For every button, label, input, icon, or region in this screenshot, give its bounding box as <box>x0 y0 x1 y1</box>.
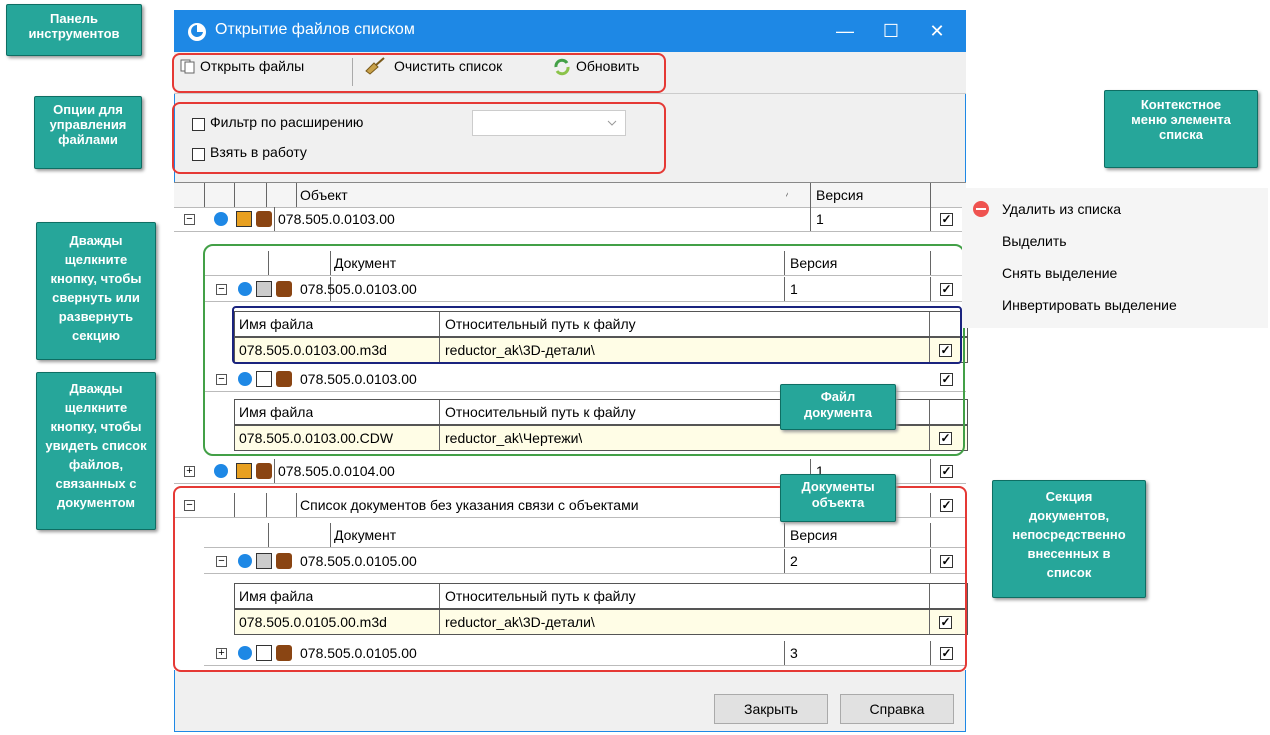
row-checkbox[interactable]: ✓ <box>940 213 953 226</box>
object-name: 078.505.0.0103.00 <box>278 211 395 227</box>
stamp-icon <box>256 463 272 479</box>
object-icon <box>236 463 252 479</box>
app-logo-icon <box>188 23 206 41</box>
menu-select[interactable]: Выделить <box>1002 233 1067 249</box>
close-window-button[interactable]: ✕ <box>917 17 957 45</box>
close-button[interactable]: Закрыть <box>714 694 828 724</box>
stamp-icon <box>256 211 272 227</box>
options-frame <box>172 102 666 174</box>
object-icon <box>236 211 252 227</box>
window-title: Открытие файлов списком <box>215 21 415 38</box>
grid-header: Объект ⁄ Версия <box>174 183 966 208</box>
callout-doc-file: Файл документа <box>780 384 896 430</box>
menu-deselect[interactable]: Снять выделение <box>1002 265 1117 281</box>
help-button[interactable]: Справка <box>840 694 954 724</box>
minimize-button[interactable]: — <box>825 17 865 45</box>
menu-remove[interactable]: Удалить из списка <box>1002 201 1121 217</box>
object-version: 1 <box>816 211 824 227</box>
callout-obj-docs: Документы объекта <box>780 474 896 522</box>
context-menu: Удалить из списка Выделить Снять выделен… <box>962 188 1268 328</box>
doc-file-frame <box>232 306 962 364</box>
header-object[interactable]: Объект <box>300 183 348 207</box>
maximize-button[interactable]: ☐ <box>871 17 911 45</box>
status-icon <box>214 212 228 226</box>
collapse-button[interactable]: − <box>184 214 195 225</box>
callout-context: Контекстное меню элемента списка <box>1104 90 1258 168</box>
title-bar: Открытие файлов списком — ☐ ✕ <box>175 11 965 53</box>
row-checkbox[interactable]: ✓ <box>940 465 953 478</box>
object-name: 078.505.0.0104.00 <box>278 463 395 479</box>
remove-icon <box>973 201 989 217</box>
callout-toolbar: Панель инструментов <box>6 4 142 56</box>
header-version[interactable]: Версия <box>816 183 863 207</box>
sort-indicator: ⁄ <box>786 187 789 203</box>
toolbar-frame <box>172 53 666 93</box>
callout-options: Опции для управления файлами <box>34 96 142 169</box>
menu-invert[interactable]: Инвертировать выделение <box>1002 297 1177 313</box>
table-row[interactable]: − 078.505.0.0103.00 1 ✓ <box>174 207 966 232</box>
callout-files: Дважды щелкните кнопку, чтобы увидеть списо… <box>36 372 156 530</box>
status-icon <box>214 464 228 478</box>
expand-button[interactable]: + <box>184 466 195 477</box>
callout-expand: Дважды щелкните кнопку, чтобы свернуть или р… <box>36 222 156 360</box>
callout-section: Секция документов, непосредственно внесенны… <box>992 480 1146 598</box>
